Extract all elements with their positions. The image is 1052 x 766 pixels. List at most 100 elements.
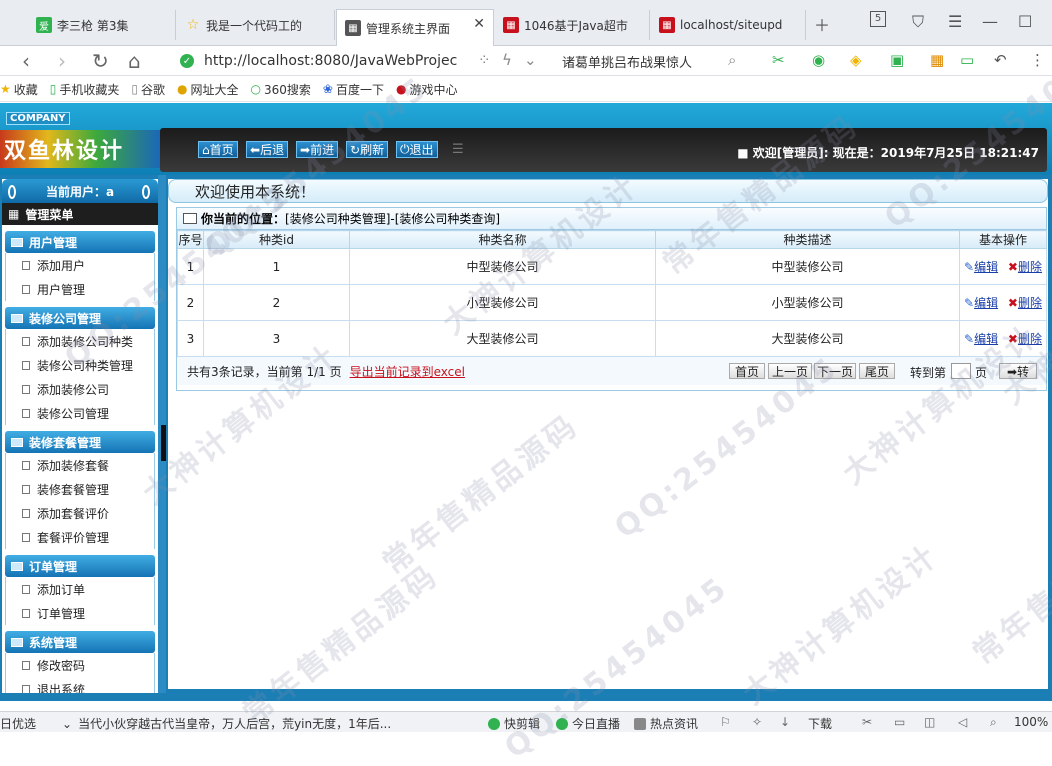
bookmark-item[interactable]: ● 网址大全 bbox=[177, 81, 239, 98]
sidebar-item[interactable]: 退出系统 bbox=[5, 677, 155, 693]
sidebar: 当前用户：a ▦ 管理菜单 用户管理 添加用户 用户管理 装修公司管理 添加装修公司种类… bbox=[2, 179, 158, 693]
browser-tab[interactable]: 爱 李三枪 第3集 bbox=[28, 10, 176, 40]
battery-icon[interactable]: ▭ bbox=[960, 51, 974, 69]
more-icon[interactable]: ⋮ bbox=[1030, 51, 1045, 69]
sidebar-group-header[interactable]: 装修公司管理 bbox=[5, 307, 155, 329]
edit-link[interactable]: 编辑 bbox=[974, 332, 998, 346]
cut-icon[interactable]: ✂ bbox=[862, 715, 872, 729]
last-page-button[interactable]: 尾页 bbox=[859, 363, 895, 379]
forward-icon[interactable]: › bbox=[58, 49, 66, 73]
table-cell-name: 小型装修公司 bbox=[349, 284, 656, 321]
reload-icon[interactable]: ↻ bbox=[92, 49, 109, 73]
news-ticker[interactable]: ⌄ 当代小伙穿越古代当皇帝，万人后宫，荒yin无度，1年后... bbox=[62, 715, 391, 732]
delete-link[interactable]: 删除 bbox=[1018, 332, 1042, 346]
menu-home-button[interactable]: ⌂ 首页 bbox=[198, 141, 238, 158]
sidebar-item-label: 添加装修套餐 bbox=[37, 458, 110, 473]
tools-icon[interactable]: ✧ bbox=[752, 715, 762, 729]
sidebar-item[interactable]: 添加套餐评价 bbox=[5, 501, 155, 525]
play-icon bbox=[488, 717, 500, 730]
translate-icon[interactable]: ◉ bbox=[812, 51, 825, 69]
minimize-icon[interactable]: — bbox=[982, 12, 998, 31]
status-left[interactable]: 日优选 bbox=[0, 715, 36, 732]
menu-back-button[interactable]: ⬅ 后退 bbox=[246, 141, 289, 158]
menu-forward-button[interactable]: ➡ 前进 bbox=[296, 141, 339, 158]
page-number-input[interactable] bbox=[951, 363, 971, 379]
browser-tab[interactable]: ☆ 我是一个代码工的 bbox=[177, 10, 335, 40]
sidebar-item[interactable]: 添加订单 bbox=[5, 577, 155, 601]
window-icon[interactable]: ▭ bbox=[894, 715, 905, 729]
coupon-icon[interactable]: ◈ bbox=[850, 51, 862, 69]
zoom-level[interactable]: 100% bbox=[1014, 715, 1048, 729]
new-tab-icon[interactable]: ＋ bbox=[814, 12, 830, 36]
sidebar-item[interactable]: 添加装修套餐 bbox=[5, 453, 155, 477]
undo-icon[interactable]: ↶ bbox=[994, 51, 1007, 69]
home-icon[interactable]: ⌂ bbox=[128, 49, 141, 73]
sidebar-group-header[interactable]: 系统管理 bbox=[5, 631, 155, 653]
first-page-button[interactable]: 首页 bbox=[729, 363, 765, 379]
splitter-grip[interactable] bbox=[161, 425, 166, 461]
url-field[interactable]: ✓ http://localhost:8080/JavaWebProjec bbox=[180, 49, 550, 73]
status-item[interactable]: 快剪辑 bbox=[488, 715, 540, 732]
prev-page-button[interactable]: 上一页 bbox=[768, 363, 812, 379]
sidebar-item[interactable]: 添加装修公司种类 bbox=[5, 329, 155, 353]
menu-refresh-button[interactable]: ↻ 刷新 bbox=[346, 141, 389, 158]
export-excel-link[interactable]: 导出当前记录到excel bbox=[350, 363, 465, 380]
status-item[interactable]: 今日直播 bbox=[556, 715, 620, 732]
page-icon bbox=[22, 484, 30, 494]
bookmark-item[interactable]: ● 游戏中心 bbox=[396, 81, 458, 98]
edit-link[interactable]: 编辑 bbox=[974, 260, 998, 274]
search-field[interactable]: 诸葛单挑吕布战果惊人 bbox=[562, 49, 692, 73]
edit-link[interactable]: 编辑 bbox=[974, 296, 998, 310]
sidebar-item[interactable]: 套餐评价管理 bbox=[5, 525, 155, 549]
grid-icon[interactable]: ⁘ bbox=[478, 51, 491, 69]
bell-icon[interactable]: ⚐ bbox=[720, 715, 731, 729]
menu-icon[interactable]: ☰ bbox=[948, 12, 962, 31]
menu-logout-button[interactable]: ⏻ 退出 bbox=[396, 141, 438, 158]
content-frame: 欢迎使用本系统！ 你当前的位置： [装修公司种类管理]-[装修公司种类查询] 序… bbox=[168, 179, 1048, 689]
sidebar-item[interactable]: 订单管理 bbox=[5, 601, 155, 625]
scissors-icon[interactable]: ✂ bbox=[772, 51, 785, 69]
sidebar-splitter[interactable] bbox=[158, 175, 166, 693]
sidebar-item[interactable]: 添加装修公司 bbox=[5, 377, 155, 401]
sidebar-item[interactable]: 装修公司种类管理 bbox=[5, 353, 155, 377]
sidebar-group-header[interactable]: 装修套餐管理 bbox=[5, 431, 155, 453]
browser-tab-active[interactable]: ▦ 管理系统主界面 ✕ bbox=[336, 9, 494, 46]
bookmark-item[interactable]: ❀ 百度一下 bbox=[323, 81, 384, 98]
sidebar-group-header[interactable]: 用户管理 bbox=[5, 231, 155, 253]
bookmark-item[interactable]: ○ 360搜索 bbox=[251, 81, 311, 98]
apps-icon[interactable]: ▦ bbox=[930, 51, 944, 69]
download-label[interactable]: 下载 bbox=[808, 715, 832, 732]
image-icon[interactable]: ▣ bbox=[890, 51, 904, 69]
sidebar-group-header[interactable]: 订单管理 bbox=[5, 555, 155, 577]
browser-tab[interactable]: ▦ localhost/siteupd bbox=[651, 10, 806, 40]
tab-count-badge[interactable]: 5 bbox=[870, 11, 886, 27]
sidebar-item[interactable]: 修改密码 bbox=[5, 653, 155, 677]
screen-icon[interactable]: ◫ bbox=[924, 715, 935, 729]
search-icon[interactable]: ⌕ bbox=[728, 51, 736, 69]
bookmark-item[interactable]: ★ 收藏 bbox=[0, 81, 38, 98]
lightning-icon[interactable]: ϟ bbox=[502, 51, 512, 69]
close-icon[interactable]: ✕ bbox=[473, 16, 485, 32]
next-page-button[interactable]: 下一页 bbox=[814, 363, 856, 379]
shirt-icon[interactable]: ⛉ bbox=[912, 12, 924, 32]
bookmark-item[interactable]: ▯ 手机收藏夹 bbox=[50, 81, 120, 98]
back-icon[interactable]: ‹ bbox=[22, 49, 30, 73]
download-icon[interactable]: ↓ bbox=[780, 715, 790, 729]
page-icon bbox=[22, 284, 30, 294]
delete-link[interactable]: 删除 bbox=[1018, 260, 1042, 274]
chevron-down-icon[interactable]: ⌄ bbox=[524, 51, 537, 69]
maximize-icon[interactable]: ☐ bbox=[1018, 12, 1032, 31]
main-area: 当前用户：a ▦ 管理菜单 用户管理 添加用户 用户管理 装修公司管理 添加装修公司种类… bbox=[0, 175, 1052, 693]
browser-tab[interactable]: ▦ 1046基于Java超市 bbox=[495, 10, 650, 40]
sidebar-item[interactable]: 用户管理 bbox=[5, 277, 155, 301]
zoom-icon[interactable]: ⌕ bbox=[990, 715, 997, 730]
bookmark-item[interactable]: ▯ 谷歌 bbox=[131, 81, 165, 98]
volume-icon[interactable]: ◁ bbox=[958, 715, 967, 729]
sidebar-item[interactable]: 添加用户 bbox=[5, 253, 155, 277]
goto-button[interactable]: ➡转 bbox=[999, 363, 1037, 379]
sidebar-item[interactable]: 装修套餐管理 bbox=[5, 477, 155, 501]
status-item[interactable]: 热点资讯 bbox=[634, 715, 698, 732]
browser-tab-bar: 爱 李三枪 第3集 ☆ 我是一个代码工的 ▦ 管理系统主界面 ✕ ▦ 1046基… bbox=[0, 0, 1052, 46]
sidebar-item[interactable]: 装修公司管理 bbox=[5, 401, 155, 425]
delete-link[interactable]: 删除 bbox=[1018, 296, 1042, 310]
